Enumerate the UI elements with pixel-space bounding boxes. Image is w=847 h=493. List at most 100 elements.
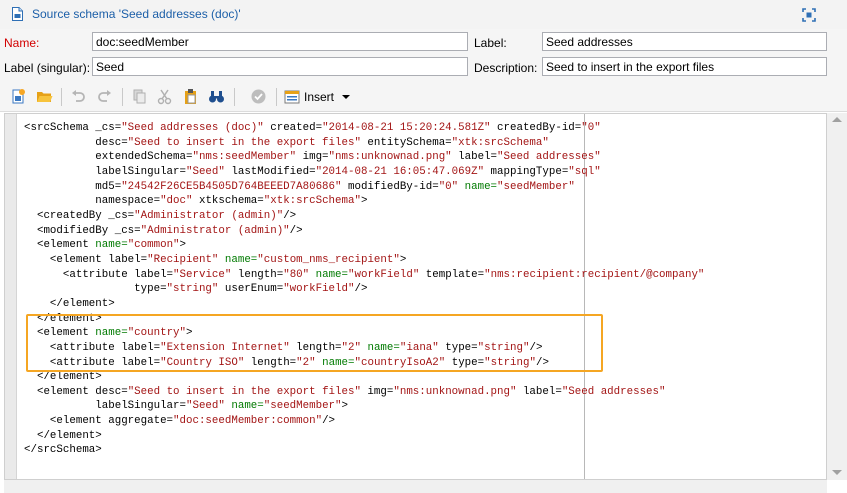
code-line: namespace="doc" xtkschema="xtk:srcSchema… [24,194,704,209]
code-token: /> [529,341,543,354]
code-line: desc="Seed to insert in the export files… [24,136,704,151]
code-token: name= [95,327,128,340]
code-line: extendedSchema="nms:seedMember" img="nms… [24,150,704,165]
code-token: <element [24,239,96,252]
code-token: /> [535,356,549,369]
code-token: xtkschema= [192,195,264,208]
code-token: "common" [127,239,180,252]
code-token: <attribute [24,341,122,354]
code-token: > [399,253,407,266]
code-line: <attribute label="Country ISO" length="2… [24,356,704,371]
horizontal-scrollbar[interactable] [4,480,827,493]
code-token: label= [121,356,161,369]
new-icon[interactable] [10,88,27,105]
code-token: "country" [127,327,187,340]
code-token: length= [231,268,284,281]
window-title: Source schema 'Seed addresses (doc)' [32,7,241,21]
description-label: Description: [474,61,538,75]
code-line: </element> [24,429,704,444]
code-token: > [186,327,193,340]
code-token: createdBy-id= [490,122,582,134]
code-token: entitySchema= [360,136,452,149]
code-token: /> [354,283,368,296]
code-token: "24542F26CE5B4505D764BEEED7A80686" [121,180,342,193]
code-token: "string" [484,356,536,369]
code-token: <element [24,385,96,398]
code-token: "workField" [283,283,355,296]
chevron-down-icon [342,95,350,99]
insert-button[interactable]: Insert [281,87,353,107]
code-token: <attribute [24,356,122,369]
code-token: "80" [283,268,310,281]
code-token: <createdBy [24,209,109,222]
open-folder-icon[interactable] [36,88,53,105]
scroll-down-icon[interactable] [832,470,842,475]
code-token: /> [289,224,303,237]
code-token: "Seed" [185,165,225,178]
code-line: labelSingular="Seed" name="seedMember"> [24,399,704,414]
code-token: /> [283,209,297,222]
code-token: name= [224,400,264,413]
code-token: "xtk:srcSchema" [263,195,361,208]
code-token: "Seed" [185,400,225,413]
code-line: </element> [24,297,704,312]
code-token: > [341,400,349,413]
code-token: "workField" [348,268,420,281]
code-token: "xtk:srcSchema" [451,136,549,149]
code-token: extendedSchema= [24,151,193,164]
binoculars-icon[interactable] [208,88,225,105]
label-input[interactable] [542,32,827,51]
code-token: name= [218,253,258,266]
code-token: aggregate= [108,415,174,428]
cut-icon[interactable] [156,88,173,105]
code-token: "Administrator (admin)" [134,209,284,222]
code-token: </srcSchema> [24,444,102,457]
xml-source-editor[interactable]: <srcSchema _cs="Seed addresses (doc)" cr… [4,113,827,480]
code-token: "Seed addresses (doc)" [121,122,264,134]
vertical-scrollbar[interactable] [827,113,847,480]
redo-icon[interactable] [96,88,113,105]
insert-button-label: Insert [304,90,335,104]
code-token: <element [24,253,109,266]
xml-source-code[interactable]: <srcSchema _cs="Seed addresses (doc)" cr… [24,121,704,458]
code-line: <element aggregate="doc:seedMember:commo… [24,414,704,429]
maximize-icon[interactable] [802,8,816,22]
code-line: md5="24542F26CE5B4505D764BEEED7A80686" m… [24,180,704,195]
code-token: "nms:unknownad.png" [328,151,452,164]
code-token: /> [322,415,336,428]
code-token: _cs= [95,122,122,134]
code-token: "Country ISO" [160,356,245,369]
code-token: "Extension Internet" [160,341,290,354]
code-token: <srcSchema [24,122,96,134]
code-token: _cs= [108,209,135,222]
code-token: label= [134,268,174,281]
code-token: md5= [24,180,122,193]
code-token: type= [24,283,167,296]
paste-icon[interactable] [182,88,199,105]
code-token: "nms:recipient:recipient/@company" [484,268,705,281]
undo-icon[interactable] [70,88,87,105]
code-token: "countryIsoA2" [354,356,446,369]
code-token: <element [24,415,109,428]
scroll-up-icon[interactable] [832,117,842,122]
description-input[interactable] [542,57,827,76]
code-token: "nms:unknownad.png" [393,385,517,398]
code-token: name= [309,268,349,281]
code-line: </element> [24,370,704,385]
code-token: "string" [166,283,219,296]
code-token: "Recipient" [147,253,219,266]
code-token: "Seed addresses" [497,151,601,164]
code-token: label= [121,341,161,354]
check-icon[interactable] [250,88,267,105]
code-token: name= [360,341,400,354]
name-input[interactable] [92,32,468,51]
code-token: "seedMember" [497,180,575,193]
code-token: img= [360,385,394,398]
code-token: name= [315,356,355,369]
code-token: "0" [438,180,459,193]
copy-icon[interactable] [131,88,148,105]
label-singular-input[interactable] [92,57,468,76]
code-line: <element label="Recipient" name="custom_… [24,253,704,268]
code-line: <element name="common"> [24,238,704,253]
code-token: <element [24,327,96,340]
